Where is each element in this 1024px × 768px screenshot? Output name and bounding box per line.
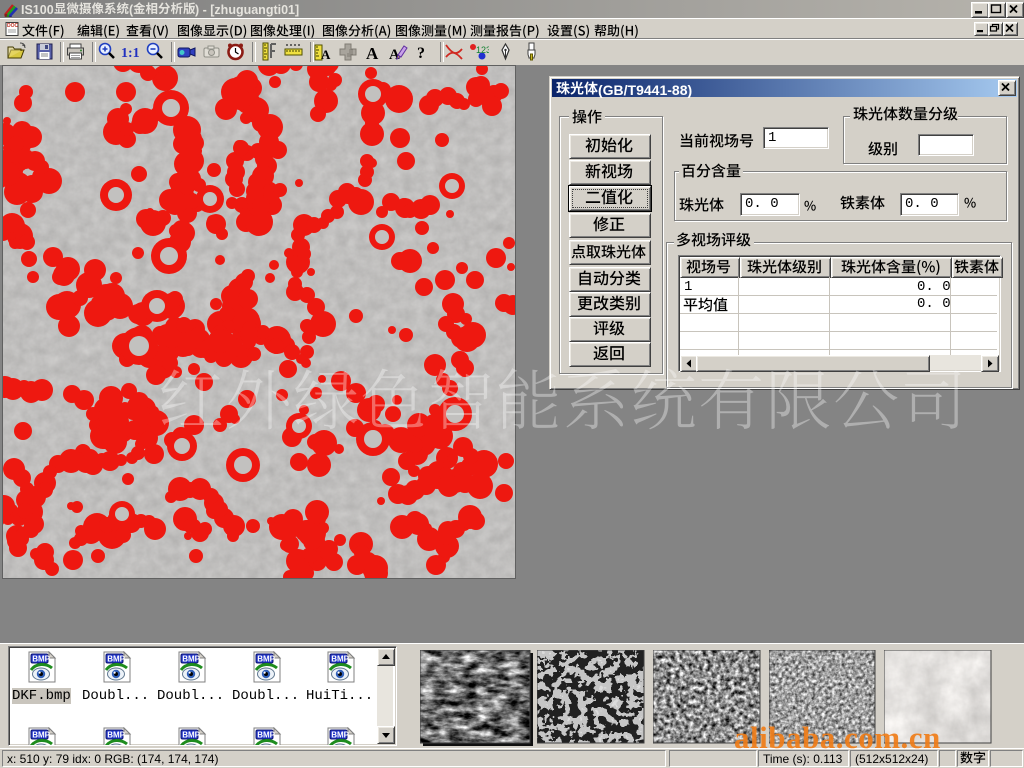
svg-text:1:1: 1:1 bbox=[121, 46, 140, 61]
svg-text:A: A bbox=[366, 44, 379, 63]
svg-text:BMP: BMP bbox=[331, 731, 349, 740]
svg-text:BMP: BMP bbox=[32, 655, 50, 664]
svg-text:BMP: BMP bbox=[257, 655, 275, 664]
svg-text:BMP: BMP bbox=[257, 731, 275, 740]
svg-text:123: 123 bbox=[476, 45, 489, 55]
svg-text:BMP: BMP bbox=[32, 731, 50, 740]
svg-text:BMP: BMP bbox=[182, 655, 200, 664]
svg-text:?: ? bbox=[417, 45, 425, 62]
svg-text:BMP: BMP bbox=[182, 731, 200, 740]
svg-text:BMP: BMP bbox=[107, 731, 125, 740]
svg-text:A: A bbox=[321, 47, 331, 62]
svg-text:BMP: BMP bbox=[107, 655, 125, 664]
svg-text:BMP: BMP bbox=[331, 655, 349, 664]
svg-text:DOC: DOC bbox=[7, 23, 19, 29]
